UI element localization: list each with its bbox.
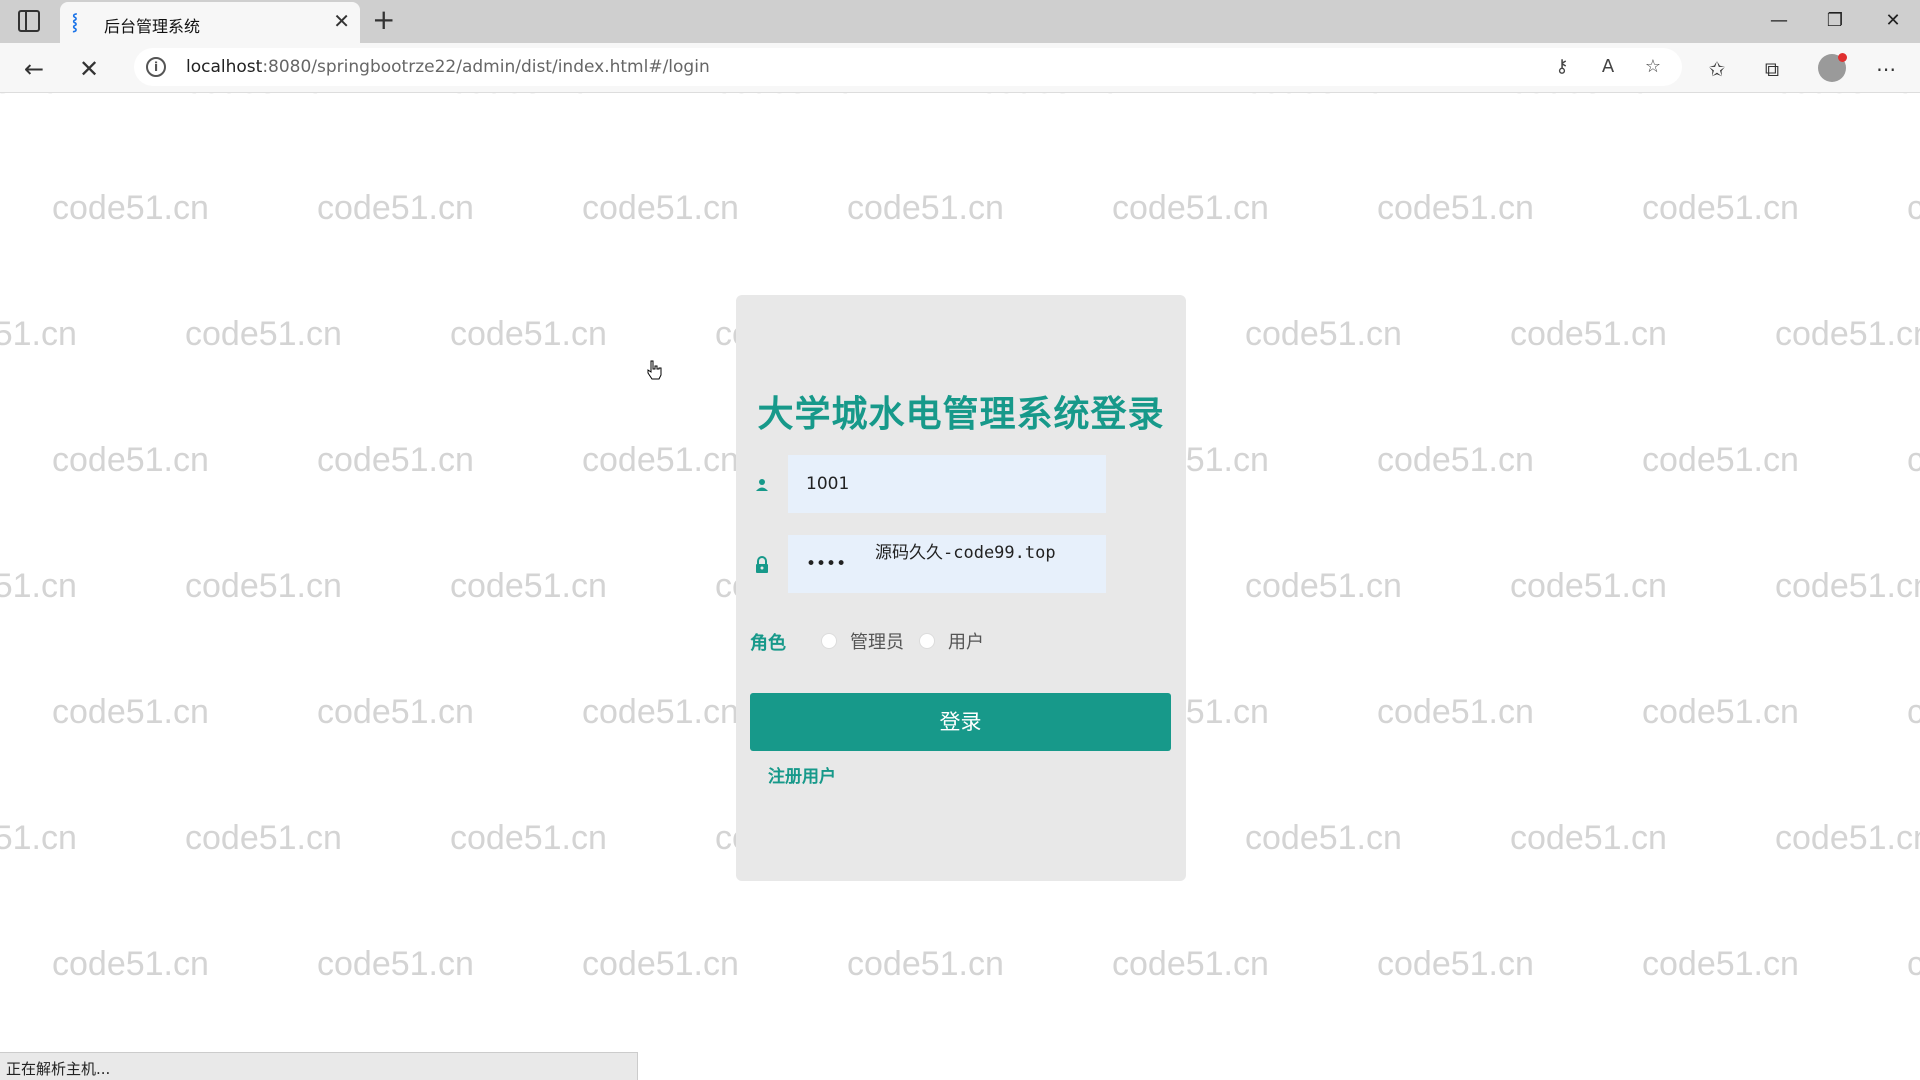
watermark-text: code51.cn: [1377, 441, 1534, 479]
register-link[interactable]: 注册用户: [768, 762, 836, 787]
favorites-icon[interactable]: ✩: [1703, 55, 1731, 83]
url-text: localhost:8080/springbootrze22/admin/dis…: [186, 57, 710, 77]
hand-cursor-icon: [647, 360, 662, 380]
watermark-text: code51.cn: [52, 441, 209, 479]
watermark-text: code51.cn: [1907, 441, 1920, 479]
watermark-text: code51.cn: [1377, 945, 1534, 983]
login-title: 大学城水电管理系统登录: [757, 394, 1165, 435]
watermark-text: code51.cn: [1377, 693, 1534, 731]
back-icon[interactable]: ←: [20, 55, 48, 83]
watermark-text: code51.cn: [847, 945, 1004, 983]
watermark-text: code51.cn: [1907, 945, 1920, 983]
watermark-text: code51.cn: [1642, 693, 1799, 731]
notification-dot: [1838, 53, 1847, 62]
more-menu-icon[interactable]: ⋯: [1872, 55, 1900, 83]
watermark-text: code51.cn: [1245, 315, 1402, 353]
tab-title: 后台管理系统: [104, 17, 201, 36]
overlay-watermark-text: 源码久久-code99.top: [875, 543, 1056, 563]
watermark-text: code51.cn: [1245, 567, 1402, 605]
watermark-text: code51.cn: [0, 93, 77, 102]
collections-icon[interactable]: ⧉: [1758, 55, 1786, 83]
add-favorite-icon[interactable]: ☆: [1641, 56, 1665, 77]
minimize-icon[interactable]: —: [1764, 8, 1794, 34]
watermark-text: code51.cn: [1907, 693, 1920, 731]
stop-loading-icon[interactable]: ✕: [75, 55, 103, 83]
browser-tab[interactable]: ⸾ 后台管理系统 ✕: [60, 2, 360, 43]
watermark-text: code51.cn: [450, 819, 607, 857]
address-bar: ← ✕ i localhost:8080/springbootrze22/adm…: [0, 43, 1920, 93]
role-label: 角色: [750, 633, 786, 654]
watermark-text: code51.cn: [1907, 189, 1920, 227]
sidebar-toggle-icon[interactable]: [18, 10, 40, 32]
restore-icon[interactable]: ❐: [1820, 8, 1850, 34]
watermark-text: code51.cn: [1510, 567, 1667, 605]
role-option-user-label[interactable]: 用户: [948, 628, 984, 654]
watermark-text: code51.cn: [1245, 819, 1402, 857]
close-tab-icon[interactable]: ✕: [333, 11, 350, 31]
site-info-icon[interactable]: i: [146, 57, 166, 77]
watermark-text: code51.cn: [52, 693, 209, 731]
key-icon[interactable]: ⚷: [1550, 56, 1574, 77]
username-input[interactable]: [788, 455, 1106, 513]
watermark-text: code51.cn: [185, 93, 342, 102]
watermark-text: code51.cn: [1775, 567, 1920, 605]
watermark-text: code51.cn: [1245, 93, 1402, 102]
url-field[interactable]: i localhost:8080/springbootrze22/admin/d…: [134, 48, 1682, 86]
watermark-text: code51.cn: [1510, 315, 1667, 353]
watermark-text: code51.cn: [1112, 189, 1269, 227]
watermark-text: code51.cn: [0, 567, 77, 605]
watermark-text: code51.cn: [185, 819, 342, 857]
watermark-text: code51.cn: [52, 189, 209, 227]
watermark-text: code51.cn: [980, 93, 1137, 102]
watermark-text: code51.cn: [1642, 189, 1799, 227]
watermark-text: code51.cn: [1775, 315, 1920, 353]
watermark-text: code51.cn: [582, 693, 739, 731]
login-button[interactable]: 登录: [750, 693, 1171, 751]
watermark-text: code51.cn: [1642, 945, 1799, 983]
watermark-text: code51.cn: [582, 441, 739, 479]
status-bar: 正在解析主机...: [0, 1052, 638, 1080]
watermark-text: code51.cn: [1112, 945, 1269, 983]
role-radio-user[interactable]: [919, 633, 935, 649]
new-tab-icon[interactable]: +: [372, 6, 395, 34]
watermark-text: code51.cn: [317, 693, 474, 731]
watermark-text: code51.cn: [1377, 189, 1534, 227]
watermark-text: code51.cn: [715, 93, 872, 102]
login-card: 大学城水电管理系统登录 源码久久-code99.top 角色 管理员 用户 登录…: [736, 295, 1186, 881]
watermark-text: code51.cn: [582, 945, 739, 983]
watermark-text: code51.cn: [0, 819, 77, 857]
watermark-text: code51.cn: [317, 441, 474, 479]
watermark-text: code51.cn: [450, 567, 607, 605]
watermark-text: code51.cn: [185, 567, 342, 605]
watermark-text: code51.cn: [1775, 819, 1920, 857]
watermark-text: code51.cn: [1642, 441, 1799, 479]
watermark-text: code51.cn: [52, 945, 209, 983]
watermark-text: code51.cn: [0, 315, 77, 353]
watermark-text: code51.cn: [317, 945, 474, 983]
user-icon: [756, 479, 768, 491]
watermark-text: code51.cn: [847, 189, 1004, 227]
watermark-text: code51.cn: [185, 315, 342, 353]
watermark-text: code51.cn: [582, 189, 739, 227]
watermark-text: code51.cn: [450, 315, 607, 353]
status-text: 正在解析主机...: [6, 1060, 111, 1078]
read-aloud-icon[interactable]: A: [1596, 56, 1620, 77]
tab-bar: ⸾ 后台管理系统 ✕ + — ❐ ✕: [0, 0, 1920, 43]
watermark-text: code51.cn: [1510, 819, 1667, 857]
watermark-text: code51.cn: [1510, 93, 1667, 102]
watermark-text: code51.cn: [1775, 93, 1920, 102]
lock-icon: [756, 556, 768, 573]
window-close-icon[interactable]: ✕: [1878, 8, 1908, 34]
watermark-text: code51.cn: [317, 189, 474, 227]
username-field[interactable]: [788, 455, 1106, 513]
role-option-admin-label[interactable]: 管理员: [850, 628, 904, 654]
favicon-icon: ⸾: [72, 12, 78, 31]
role-radio-admin[interactable]: [821, 633, 837, 649]
watermark-text: code51.cn: [450, 93, 607, 102]
